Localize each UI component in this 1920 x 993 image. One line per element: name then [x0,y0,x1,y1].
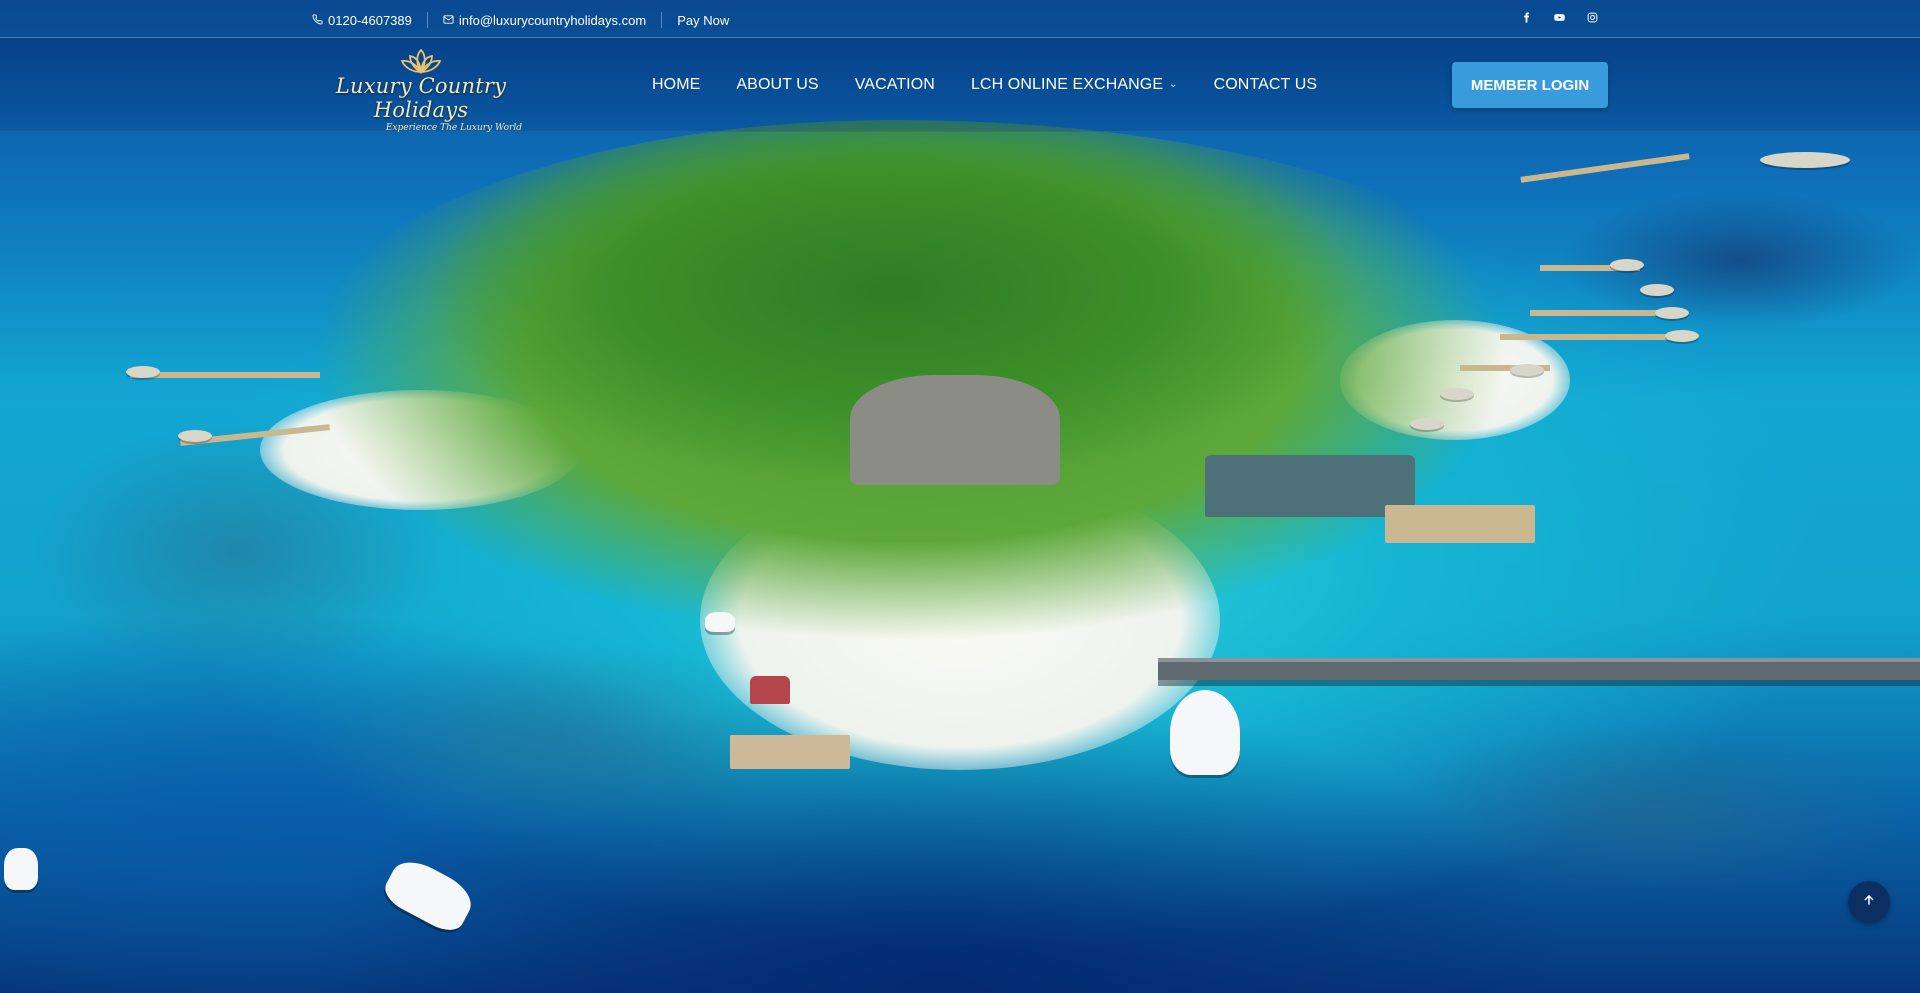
water-villa-shape [1440,388,1474,400]
water-villa-shape [1640,284,1674,296]
social-links [1518,8,1600,26]
main-header: Luxury Country Holidays Experience The L… [0,38,1920,133]
logo-tagline: Experience The Luxury World [385,123,522,133]
nav-item-lch-online-exchange[interactable]: LCH ONLINE EXCHANGE ⌄ [971,76,1178,94]
reef-shape [1380,720,1920,900]
instagram-icon[interactable] [1584,8,1600,26]
dock-shape [730,735,850,769]
phone-link[interactable]: 0120-4607389 [312,13,412,28]
long-jetty-shape [1158,658,1920,680]
walkway-shape [1500,334,1690,340]
boat-shape [4,848,38,890]
youtube-icon[interactable] [1551,8,1567,26]
arrow-up-icon [1862,893,1876,912]
phone-number: 0120-4607389 [328,12,412,28]
main-nav: HOME ABOUT US VACATION LCH ONLINE EXCHAN… [652,76,1353,94]
main-roof-shape [850,375,1060,485]
hero-background [0,0,1920,993]
email-address: info@luxurycountryholidays.com [458,12,647,28]
water-villa-shape [1665,330,1699,342]
divider [661,12,663,28]
hut-roof-shape [750,676,790,704]
pay-now-link[interactable]: Pay Now [677,13,729,28]
water-villa-shape [1760,152,1850,168]
email-link[interactable]: info@luxurycountryholidays.com [443,13,646,28]
boat-shape [705,612,735,632]
water-villa-shape [1510,364,1544,376]
restaurant-roof-shape [1205,455,1415,517]
lotus-icon [318,46,524,76]
back-to-top-button[interactable] [1848,881,1890,923]
nav-item-label: LCH ONLINE EXCHANGE [970,76,1164,93]
water-villa-shape [1610,259,1644,271]
water-villa-shape [1655,307,1689,319]
contact-info: 0120-4607389 info@luxurycountryholidays.… [312,12,729,28]
nav-item-vacation[interactable]: VACATION [855,76,935,94]
member-login-button[interactable]: MEMBER LOGIN [1452,62,1608,108]
boat-shape [1170,690,1240,775]
nav-item-home[interactable]: HOME [652,76,700,94]
mail-icon [443,13,454,28]
nav-item-about-us[interactable]: ABOUT US [736,76,818,94]
chevron-down-icon: ⌄ [1169,78,1178,90]
phone-icon [312,13,323,28]
deck-shape [1385,505,1535,543]
water-villa-shape [126,366,160,378]
water-villa-shape [178,430,212,442]
divider [426,12,428,28]
walkway-shape [1520,153,1690,183]
logo-brand: Luxury Country Holidays [335,74,507,122]
boat-shape [379,852,479,938]
nav-item-contact-us[interactable]: CONTACT US [1214,76,1318,94]
water-villa-shape [1410,418,1444,430]
facebook-icon[interactable] [1518,8,1534,26]
top-bar: 0120-4607389 info@luxurycountryholidays.… [0,0,1920,38]
site-logo[interactable]: Luxury Country Holidays Experience The L… [318,46,524,133]
